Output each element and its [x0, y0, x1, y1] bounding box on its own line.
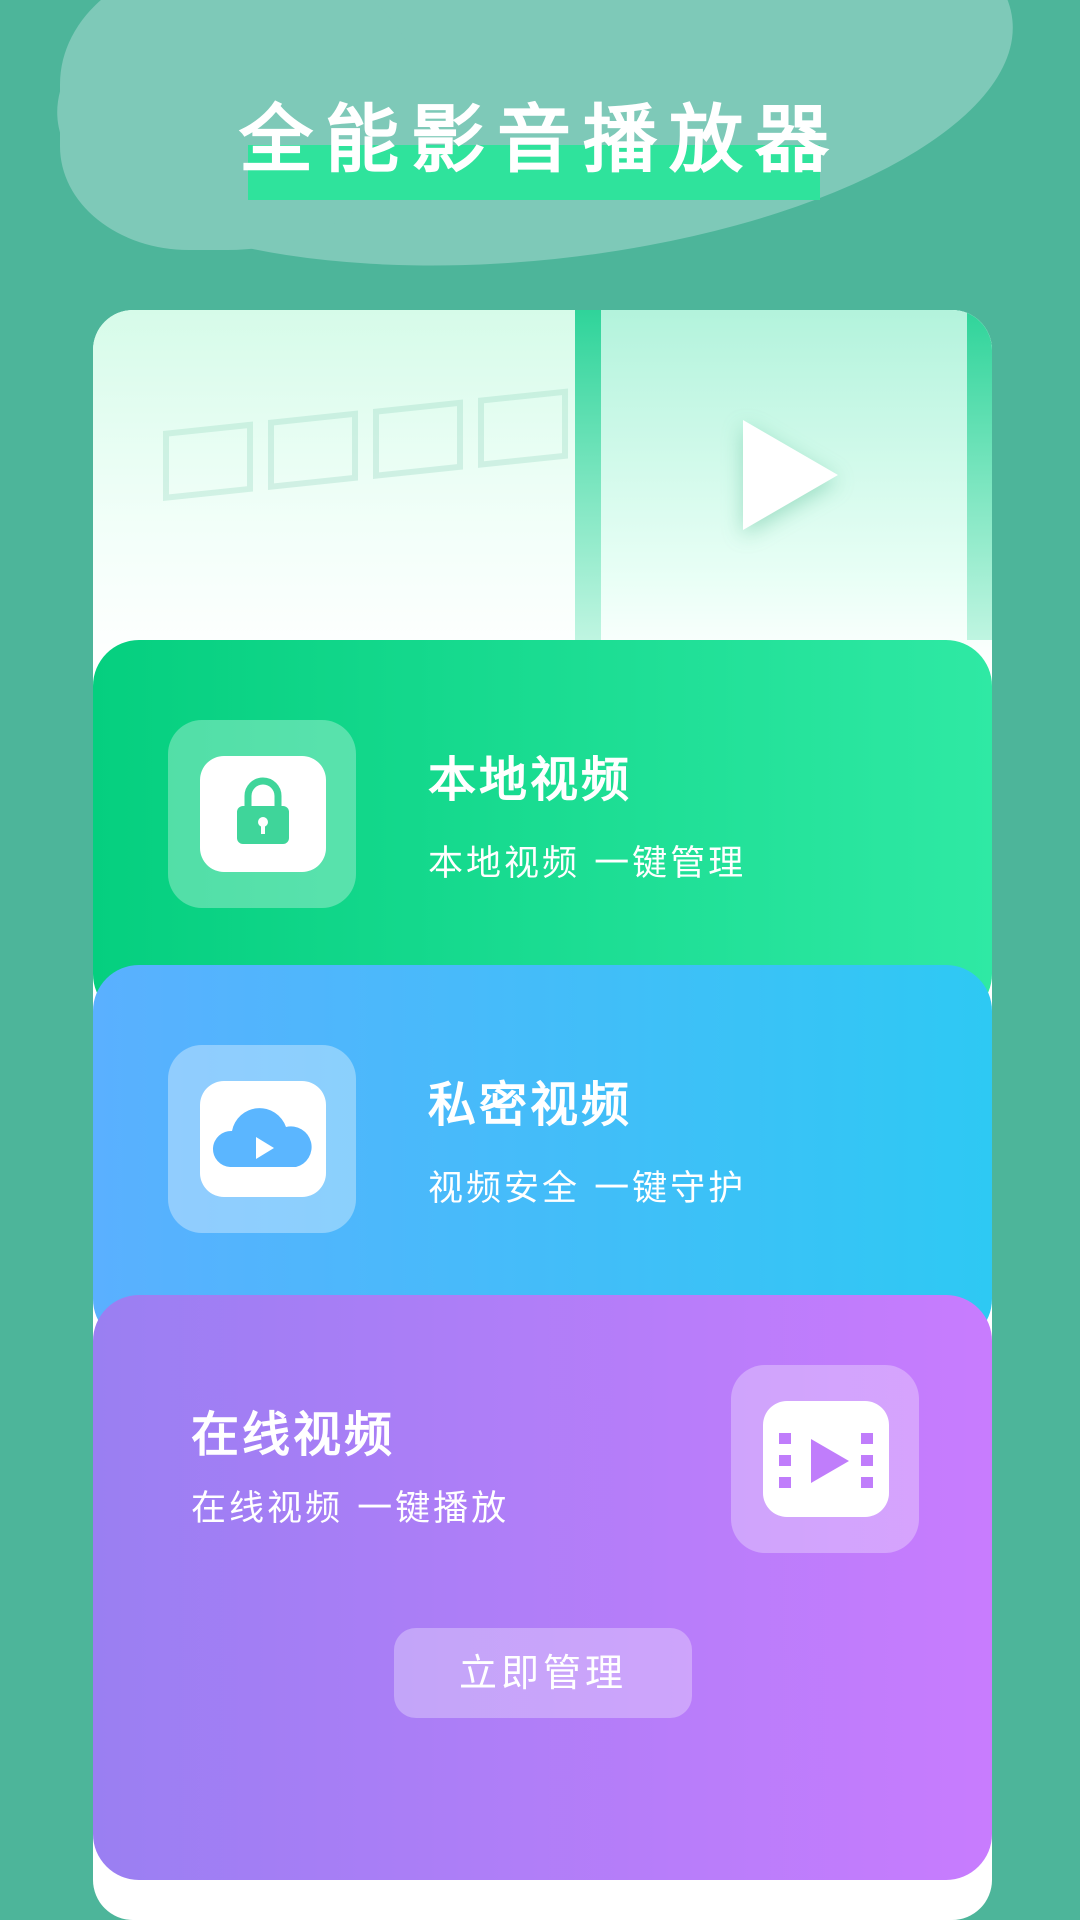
- online-video-section[interactable]: 在线视频 在线视频 一键播放: [93, 1295, 992, 1880]
- page-title: 全能影音播放器: [239, 97, 841, 183]
- local-video-icon-tile: [168, 720, 356, 908]
- manage-now-button[interactable]: 立即管理: [394, 1628, 692, 1718]
- local-video-title: 本地视频: [428, 752, 633, 808]
- local-video-subtitle: 本地视频 一键管理: [428, 844, 747, 884]
- lock-icon: [200, 756, 326, 872]
- online-video-title: 在线视频: [191, 1407, 396, 1463]
- online-video-subtitle: 在线视频 一键播放: [191, 1489, 510, 1529]
- main-card: 本地视频 本地视频 一键管理 私密视频 视频安全 一键守护 在线视频 在线视频 …: [93, 310, 992, 1920]
- cloud-play-icon: [200, 1081, 326, 1197]
- banner-divider: [575, 310, 601, 640]
- private-video-section[interactable]: 私密视频 视频安全 一键守护: [93, 965, 992, 1345]
- online-video-icon-tile: [731, 1365, 919, 1553]
- private-video-title: 私密视频: [428, 1077, 633, 1133]
- film-strip-decoration: [153, 348, 573, 542]
- film-play-icon: [763, 1401, 889, 1517]
- local-video-section[interactable]: 本地视频 本地视频 一键管理: [93, 640, 992, 1020]
- private-video-subtitle: 视频安全 一键守护: [428, 1169, 747, 1209]
- private-video-icon-tile: [168, 1045, 356, 1233]
- banner: [93, 310, 992, 670]
- bottom-nav-peek: [93, 1905, 992, 1920]
- play-icon: [743, 420, 838, 530]
- banner-edge: [967, 310, 992, 640]
